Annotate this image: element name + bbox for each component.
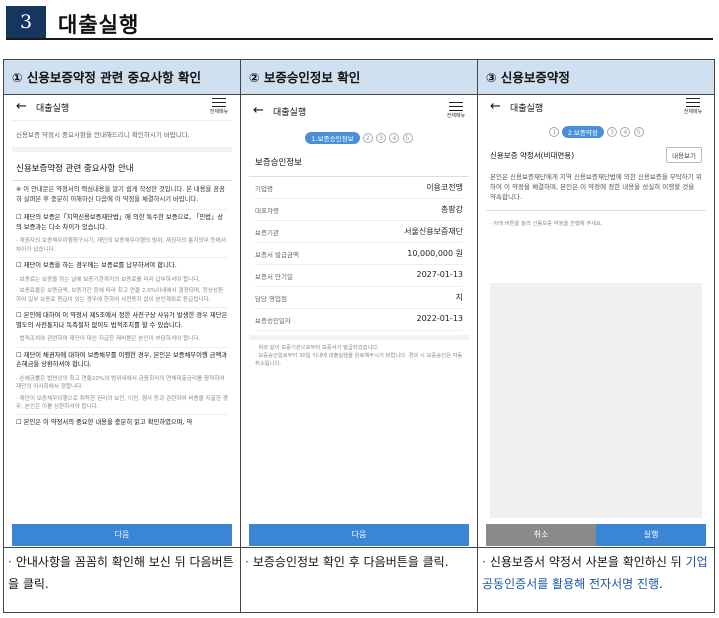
- note-text: 보증승인정보 확인 후 다음버튼을 클릭.: [252, 555, 449, 569]
- step-circle: 3: [376, 133, 387, 143]
- notice-subtext: · 보증료율은 보증금액, 보증기간 등에 따라 최고 연율 2.0%이내에서 …: [16, 288, 224, 303]
- next-button[interactable]: 다음: [249, 524, 469, 546]
- notice-subtext: · 법적조치와 관련하여 재단이 대신 지급한 제비용은 본인이 부담하셔야 합…: [16, 336, 201, 343]
- menu-label: 전체메뉴: [209, 109, 229, 115]
- info-key: 기업명: [255, 185, 273, 193]
- step-active: 1.보증승인정보: [305, 132, 360, 144]
- notice-paragraph: ☐ 본인은 이 약정서의 중요한 내용을 충분히 읽고 확인하였으며, 약: [16, 419, 193, 427]
- info-row: 보증기관 서울신용보증재단: [255, 221, 463, 243]
- notice-subtext: · 재권자의 보증채무이행청구시기, 재단의 보증채무이행의 범위, 재권자의 …: [16, 238, 226, 253]
- column-1: ① 신용보증약정 관련 중요사항 확인 ← 대출실행 전체메뉴 신용보증 약정시…: [4, 60, 241, 612]
- section-header: 3 대출실행: [6, 6, 713, 40]
- notice-subtext: · 손해금률은 법령상의 최고 연율20%의 범위내에서 금융회사의 연체대출금…: [16, 375, 225, 391]
- phone-screen-1: ← 대출실행 전체메뉴 신용보증 약정시 중요사항을 안내해드리니 확인하시기 …: [12, 95, 232, 546]
- execute-button[interactable]: 실행: [596, 524, 706, 546]
- phone-screen-2: ← 대출실행 전체메뉴 1.보증승인정보 2 3 4 5 보증승인정보 기업명 이…: [249, 95, 469, 546]
- approval-info-title: 보증승인정보: [249, 150, 469, 177]
- notice-paragraph: ☐ 재단이 보증을 하는 경우에는 보증료를 납부하셔야 합니다.: [16, 262, 177, 270]
- info-key: 대표자명: [255, 207, 279, 215]
- info-value: 서울신용보증재단: [404, 227, 463, 236]
- info-value: 이용코전맹: [426, 183, 463, 192]
- notice-subtext: · 재단이 보증채무이행으로 취득한 권리의 보전, 이전, 행사 등과 관련하…: [16, 395, 228, 410]
- step-indicator: 1 2.보증약정 3 4 5: [486, 121, 706, 144]
- phone-title: 대출실행: [510, 104, 544, 114]
- info-value: 2027-01-13: [416, 270, 464, 279]
- phone-topbar: ← 대출실행 전체메뉴: [486, 95, 706, 121]
- step-circle: 4: [620, 127, 631, 137]
- info-row: 보증승인일자 2022-01-13: [255, 309, 463, 331]
- step-circle: 3: [607, 127, 618, 137]
- phone-topbar: ← 대출실행 전체메뉴: [249, 95, 469, 127]
- info-row: 대표자명 총팡강: [255, 199, 463, 221]
- view-contents-button[interactable]: 내용보기: [666, 147, 702, 163]
- menu-icon[interactable]: 전체메뉴: [445, 102, 467, 119]
- notice-heading: 신용보증약정 관련 중요사항 안내: [12, 152, 232, 181]
- step-indicator: 1.보증승인정보 2 3 4 5: [249, 127, 469, 150]
- info-value: 총팡강: [440, 205, 463, 214]
- info-value: 10,000,000 원: [407, 249, 463, 258]
- column-header-1: ① 신용보증약정 관련 중요사항 확인: [4, 60, 240, 95]
- phone-title: 대출실행: [273, 108, 307, 118]
- approval-notes: · 위와 같이 보증기관으로부터 보증서가 발급되었습니다. · 보증승인일로부…: [249, 335, 469, 372]
- step-active: 2.보증약정: [561, 126, 604, 138]
- menu-label: 전체메뉴: [446, 113, 466, 119]
- note-text: .: [659, 577, 663, 591]
- step-circle: 2: [362, 133, 373, 143]
- contract-preview-area: [490, 283, 702, 518]
- step-circle: 1: [549, 127, 560, 137]
- info-row: 보증서 만기일 2027-01-13: [255, 265, 463, 287]
- info-row: 담당 영업점 지: [255, 287, 463, 309]
- note-text: 신용보증서 약정서 사본을 확인하신 뒤: [489, 555, 686, 569]
- info-row: 보증서 발급금액 10,000,000 원: [255, 243, 463, 265]
- column-3: ③ 신용보증약정 ← 대출실행 전체메뉴 1 2.보증약정 3 4 5 신용보증…: [478, 60, 714, 612]
- notice-paragraph: ☐ 재단의 보증은「지역신용보증재단법」에 의한 특수한 보증으로, 「민법」상…: [16, 214, 224, 231]
- phone-topbar: ← 대출실행 전체메뉴: [12, 95, 232, 121]
- section-number: 3: [6, 6, 46, 38]
- notice-paragraph: ※ 이 안내문은 약정서의 핵심내용을 알기 쉽게 작성한 것입니다. 본 내용…: [16, 186, 225, 203]
- info-key: 보증서 발급금액: [255, 251, 299, 259]
- back-arrow-icon[interactable]: ←: [16, 99, 27, 114]
- info-value: 지: [455, 293, 463, 302]
- column-header-2: ② 보증승인정보 확인: [241, 60, 477, 95]
- contract-description: 본인은 신용보증재단에게 지역 신용보증재단법에 의한 신용보증을 부탁하기 위…: [486, 168, 706, 211]
- note-text: 안내사항을 꼼꼼히 확인해 보신 뒤 다음버튼을 클릭.: [8, 555, 234, 591]
- notice-paragraph: ☐ 본인에 대하여 이 약정서 제5조에서 정한 사전구상 사유가 발생한 경우…: [16, 312, 228, 329]
- step-note-3: · 신용보증서 약정서 사본을 확인하신 뒤 기업공동인증서를 활용해 전자서명 …: [478, 547, 714, 613]
- menu-icon[interactable]: 전체메뉴: [682, 98, 704, 115]
- menu-icon[interactable]: 전체메뉴: [208, 98, 230, 115]
- info-key: 보증승인일자: [255, 317, 291, 325]
- notice-body: ※ 이 안내문은 약정서의 핵심내용을 알기 쉽게 작성한 것입니다. 본 내용…: [12, 181, 232, 437]
- approval-note: · 위와 같이 보증기관으로부터 보증서가 발급되었습니다.: [255, 345, 379, 351]
- info-value: 2022-01-13: [416, 314, 464, 323]
- phone-screen-3: ← 대출실행 전체메뉴 1 2.보증약정 3 4 5 신용보증 약정서(비대면용…: [486, 95, 706, 546]
- notice-subtext: · 보증료는 보증을 하는 날에 보증기한까지의 보증료를 미리 납부하셔야 합…: [16, 276, 201, 283]
- approval-note: · 보증승인일로부터 30일 이내에 대출실행을 완료해주시기 바랍니다. 경과…: [255, 353, 463, 367]
- notice-paragraph: ☐ 재단이 채권자에 대하여 보증채무를 이행한 경우, 본인은 보증채무이행 …: [16, 351, 228, 369]
- step-circle: 4: [389, 133, 400, 143]
- contract-title: 신용보증 약정서(비대면용): [490, 151, 575, 160]
- menu-label: 전체메뉴: [683, 109, 703, 115]
- step-note-2: · 보증승인정보 확인 후 다음버튼을 클릭.: [241, 547, 477, 613]
- column-header-3: ③ 신용보증약정: [478, 60, 714, 95]
- step-note-1: · 안내사항을 꼼꼼히 확인해 보신 뒤 다음버튼을 클릭.: [4, 547, 240, 613]
- step-circle: 5: [402, 133, 413, 143]
- back-arrow-icon[interactable]: ←: [490, 99, 501, 114]
- phone-title: 대출실행: [36, 104, 70, 114]
- steps-table: ① 신용보증약정 관련 중요사항 확인 ← 대출실행 전체메뉴 신용보증 약정시…: [3, 59, 715, 613]
- contract-row: 신용보증 약정서(비대면용) 내용보기: [490, 144, 702, 168]
- info-key: 보증기관: [255, 229, 279, 237]
- action-buttons: 취소 실행: [486, 524, 706, 546]
- info-key: 보증서 만기일: [255, 273, 293, 281]
- column-2: ② 보증승인정보 확인 ← 대출실행 전체메뉴 1.보증승인정보 2 3 4 5…: [241, 60, 478, 612]
- next-button[interactable]: 다음: [12, 524, 232, 546]
- info-key: 담당 영업점: [255, 295, 287, 303]
- info-row: 기업명 이용코전맹: [255, 177, 463, 199]
- intro-text: 신용보증 약정시 중요사항을 안내해드리니 확인하시기 바랍니다.: [12, 121, 232, 152]
- back-arrow-icon[interactable]: ←: [253, 103, 264, 118]
- cancel-button[interactable]: 취소: [486, 524, 596, 546]
- section-title: 대출실행: [58, 13, 140, 37]
- step-circle: 5: [633, 127, 644, 137]
- contract-hint: · 아래 버튼을 눌러 신용보증 약정을 진행해 주세요.: [490, 221, 603, 227]
